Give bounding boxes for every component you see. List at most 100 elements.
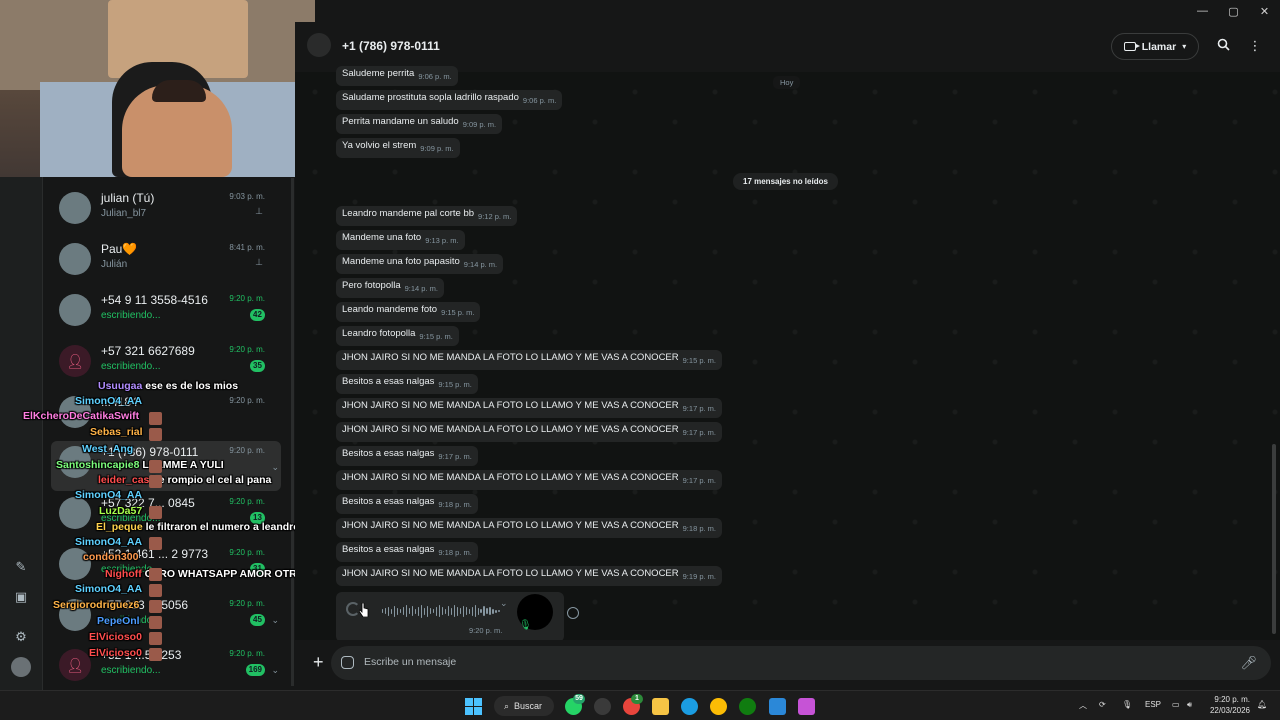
chat-preview: Julian_bl7 (101, 208, 147, 219)
chat-list-item[interactable]: julian (Tú) Julian_bl7 9:03 p. m. ⊥ (43, 187, 281, 237)
chat-time: 9:03 p. m. (229, 192, 265, 201)
chevron-down-icon[interactable]: ⌄ (271, 665, 279, 676)
waveform-bar (414, 608, 417, 614)
file-explorer-icon[interactable] (652, 698, 669, 715)
waveform-bar (405, 605, 408, 617)
message-bubble[interactable]: Mandeme una foto papasito 9:14 p. m. (336, 254, 504, 274)
sync-icon[interactable]: ⟳ (1099, 700, 1106, 709)
stream-chat-line: SimonO4_AA (75, 583, 142, 595)
message-bubble[interactable]: Besitos a esas nalgas 9:18 p. m. (336, 542, 478, 562)
profile-avatar[interactable] (11, 657, 31, 677)
xbox-icon[interactable] (739, 698, 756, 715)
minimize-button[interactable]: — (1187, 0, 1218, 22)
network-icon[interactable]: ▭ (1172, 700, 1180, 709)
waveform-bar (390, 608, 393, 614)
message-bubble[interactable]: Perrita mandame un saludo 9:09 p. m. (336, 114, 503, 134)
message-time: 9:14 p. m. (463, 260, 498, 269)
attach-plus-icon[interactable]: + (313, 652, 324, 673)
waveform-bar (384, 608, 387, 614)
message-input[interactable]: Escribe un mensaje 🎤︎ (331, 646, 1271, 680)
message-scrollbar[interactable] (1272, 444, 1276, 634)
stream-chat-user: ElVicioso0 (89, 631, 142, 643)
sticker-icon[interactable] (341, 656, 354, 669)
app-icon[interactable] (594, 698, 611, 715)
stream-emote-icon (149, 584, 162, 597)
stream-chat-line: PepeOnl (97, 615, 140, 627)
message-area[interactable]: Hoy 17 mensajes no leídos ⌄ 9:20 p. m. 🎙… (295, 66, 1280, 642)
chat-avatar (59, 294, 91, 326)
language-indicator[interactable]: ESP (1145, 700, 1161, 709)
message-bubble[interactable]: Besitos a esas nalgas 9:18 p. m. (336, 494, 478, 514)
search-icon[interactable] (1215, 38, 1231, 54)
clock-date: 22/03/2026 (1209, 706, 1250, 715)
waveform-bar (456, 606, 459, 616)
menu-dots-icon[interactable]: ⋮ (1247, 38, 1263, 54)
chrome-browser-icon[interactable] (710, 698, 727, 715)
message-bubble[interactable]: JHON JAIRO SI NO ME MANDA LA FOTO LO LLA… (336, 470, 722, 490)
photos-icon[interactable] (769, 698, 786, 715)
chat-list-item[interactable]: +54 9 11 3558-4516 escribiendo... 9:20 p. … (43, 289, 281, 339)
message-time: 9:06 p. m. (418, 72, 452, 81)
message-bubble[interactable]: JHON JAIRO SI NO ME MANDA LA FOTO LO LLA… (336, 422, 722, 442)
message-bubble[interactable]: Besitos a esas nalgas 9:17 p. m. (336, 446, 478, 466)
voice-waveform[interactable] (382, 604, 500, 618)
call-button[interactable]: Llamar ▾ (1111, 33, 1199, 60)
volume-icon[interactable]: 🔊︎ (1187, 700, 1192, 710)
chevron-down-icon[interactable]: ⌄ (271, 462, 279, 473)
message-bubble[interactable]: Pero fotopolla 9:14 p. m. (336, 278, 444, 298)
waveform-bar (399, 609, 402, 613)
chat-time: 9:20 p. m. (229, 649, 265, 658)
stream-chat-line: ElKcheroDeCatikaSwift (23, 410, 139, 422)
maximize-button[interactable]: ▢ (1218, 0, 1249, 22)
status-icon[interactable]: ✎ (12, 558, 30, 576)
microphone-icon[interactable]: 🎤︎ (1240, 655, 1257, 671)
stream-chat-user: Santoshincapie8 (56, 459, 140, 471)
chevron-up-icon[interactable]: ︿ (1079, 700, 1087, 711)
webcam-overlay (0, 0, 315, 177)
chat-time: 9:20 p. m. (229, 294, 265, 303)
stream-chat-line: SimonO4_AA (75, 489, 142, 501)
message-bubble[interactable]: Mandeme una foto 9:13 p. m. (336, 230, 465, 250)
taskbar-search[interactable]: ⌕ Buscar (494, 696, 554, 716)
message-bubble[interactable]: Leando mandeme foto 9:15 p. m. (336, 302, 481, 322)
message-bubble[interactable]: Ya volvio el strem 9:09 p. m. (336, 138, 460, 158)
contact-name[interactable]: +1 (786) 978-0111 (342, 39, 440, 53)
waveform-bar (498, 610, 500, 612)
microphone-tray-icon[interactable]: 🎙︎ (1122, 700, 1132, 709)
clock[interactable]: 9:20 p. m. 22/03/2026 (1210, 694, 1250, 716)
voice-loading-icon[interactable] (346, 602, 360, 616)
channels-icon[interactable]: ▣ (12, 588, 30, 606)
message-bubble[interactable]: JHON JAIRO SI NO ME MANDA LA FOTO LO LLA… (336, 566, 722, 586)
message-bubble[interactable]: Saludeme perrita 9:06 p. m. (336, 66, 458, 86)
copilot-icon[interactable] (798, 698, 815, 715)
chevron-down-icon[interactable]: ⌄ (271, 615, 279, 626)
message-bubble[interactable]: Leandro mandeme pal corte bb 9:12 p. m. (336, 206, 518, 226)
stream-chat-user: West_Ang (82, 443, 134, 455)
windows-start-icon[interactable] (465, 698, 482, 715)
chat-list-scrollbar[interactable] (291, 178, 294, 686)
stream-chat-line: condon300 (83, 551, 138, 563)
pin-icon: ⊥ (255, 206, 263, 216)
settings-icon[interactable]: ⚙ (12, 628, 30, 646)
chat-list-item[interactable]: Pau🧡 Julián 8:41 p. m. ⊥ (43, 238, 281, 288)
unread-badge: 35 (250, 360, 265, 372)
stream-emote-icon (149, 600, 162, 613)
message-text: JHON JAIRO SI NO ME MANDA LA FOTO LO LLA… (342, 400, 679, 411)
message-bubble[interactable]: Leandro fotopolla 9:15 p. m. (336, 326, 459, 346)
close-button[interactable]: ✕ (1249, 0, 1280, 22)
emoji-react-icon[interactable] (567, 607, 579, 619)
message-bubble[interactable]: JHON JAIRO SI NO ME MANDA LA FOTO LO LLA… (336, 398, 722, 418)
message-bubble[interactable]: Besitos a esas nalgas 9:15 p. m. (336, 374, 478, 394)
edge-icon[interactable] (681, 698, 698, 715)
message-bubble[interactable]: JHON JAIRO SI NO ME MANDA LA FOTO LO LLA… (336, 518, 722, 538)
chevron-down-icon[interactable]: ⌄ (500, 598, 508, 609)
chat-list-item[interactable]: 👤︎ +52 1 ...5 2253 escribiendo... 9:20 p. m… (43, 644, 281, 694)
taskbar-search-label: Buscar (514, 701, 543, 711)
waveform-bar (402, 607, 405, 615)
message-bubble[interactable]: JHON JAIRO SI NO ME MANDA LA FOTO LO LLA… (336, 350, 722, 370)
waveform-bar (420, 604, 423, 618)
contact-avatar[interactable] (307, 33, 331, 57)
notification-icon[interactable]: 🔔︎ (1257, 700, 1267, 709)
message-bubble[interactable]: Saludame prostituta sopla ladrillo raspa… (336, 90, 563, 110)
message-time: 9:15 p. m. (441, 308, 475, 317)
